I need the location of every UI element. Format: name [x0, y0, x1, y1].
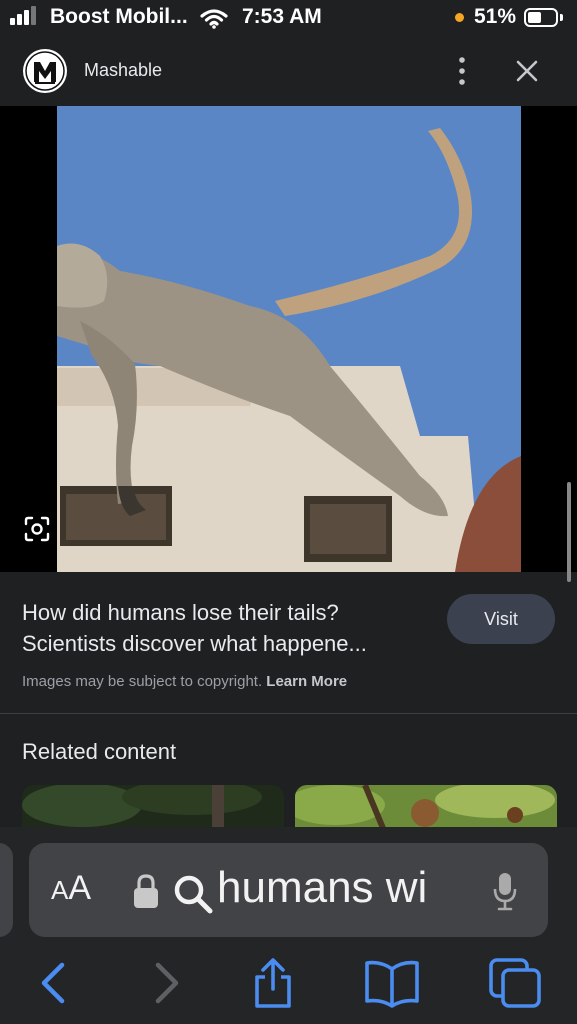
battery-icon: [524, 8, 558, 27]
related-content-heading: Related content: [22, 739, 177, 764]
source-header: M Mashable: [0, 36, 577, 106]
text-size-button[interactable]: AA: [51, 869, 91, 908]
share-icon[interactable]: [249, 957, 297, 1009]
image-viewer[interactable]: [0, 106, 577, 572]
microphone-icon[interactable]: [492, 871, 518, 911]
result-title-line-1: How did humans lose their tails?: [22, 600, 339, 625]
back-icon[interactable]: [30, 957, 78, 1009]
mashable-logo[interactable]: M: [23, 49, 67, 93]
close-icon[interactable]: [512, 56, 542, 86]
status-bar: Boost Mobil... 7:53 AM 51%: [0, 0, 577, 36]
result-title-line-2: Scientists discover what happene...: [22, 631, 367, 656]
clock: 7:53 AM: [242, 5, 322, 28]
battery-cap: [560, 14, 563, 21]
bookmarks-icon[interactable]: [363, 957, 421, 1009]
safari-toolbar: AA humans wi: [0, 827, 577, 1024]
url-search-text[interactable]: humans wi: [217, 863, 462, 913]
search-icon: [174, 875, 213, 914]
wifi-icon: [200, 9, 228, 29]
visit-button[interactable]: Visit: [447, 594, 555, 644]
copyright-notice: Images may be subject to copyright. Lear…: [22, 673, 347, 690]
more-options-icon[interactable]: [452, 54, 472, 88]
address-bar[interactable]: AA humans wi: [29, 843, 548, 937]
learn-more-link[interactable]: Learn More: [266, 673, 347, 690]
previous-tab-preview[interactable]: [0, 843, 13, 937]
google-lens-icon[interactable]: [23, 515, 51, 543]
copyright-text: Images may be subject to copyright.: [22, 673, 263, 690]
tabs-icon[interactable]: [488, 957, 544, 1009]
privacy-indicator-dot: [455, 13, 464, 22]
text-size-small-a: A: [51, 875, 69, 905]
carrier-label: Boost Mobil...: [50, 5, 188, 28]
monkey-photo[interactable]: [0, 106, 577, 572]
battery-percent: 51%: [474, 5, 517, 28]
scrollbar[interactable]: [567, 482, 571, 582]
result-title[interactable]: How did humans lose their tails? Scienti…: [22, 597, 432, 659]
lock-icon: [134, 874, 158, 908]
source-name[interactable]: Mashable: [84, 60, 162, 81]
text-size-large-a: A: [68, 869, 92, 907]
divider: [0, 713, 577, 714]
forward-icon[interactable]: [142, 957, 190, 1009]
